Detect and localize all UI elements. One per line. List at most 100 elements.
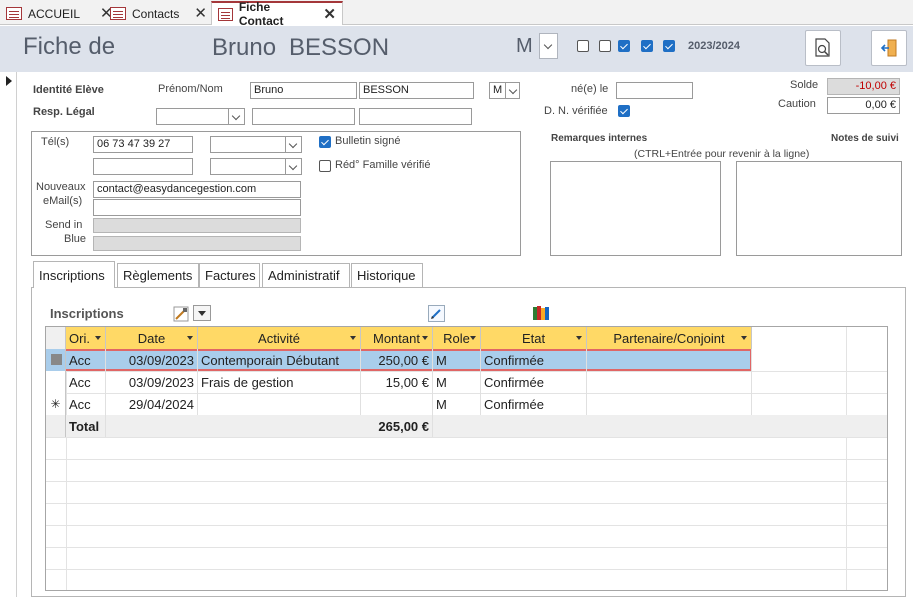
close-form-button[interactable]	[871, 30, 907, 66]
caution-value[interactable]: 0,00 €	[827, 97, 900, 114]
header-checkbox-1[interactable]	[577, 40, 589, 52]
tab-label: Fiche Contact	[238, 0, 284, 28]
brush-icon[interactable]	[173, 306, 189, 322]
record-selector-strip	[0, 72, 17, 597]
row-divider	[46, 437, 887, 438]
cell-role[interactable]: M	[433, 349, 481, 371]
filter-dropdown-button[interactable]	[193, 305, 211, 321]
email-1-field[interactable]: contact@easydancegestion.com	[93, 181, 301, 198]
resp-legal-field-2[interactable]	[252, 108, 355, 125]
header-checkbox-3[interactable]	[618, 40, 630, 52]
follow-up-notes-textarea[interactable]	[736, 161, 902, 256]
cell-montant[interactable]: 15,00 €	[361, 371, 433, 393]
chevron-down-icon	[228, 109, 244, 124]
col-header-label: Etat	[521, 330, 546, 346]
edit-pencil-icon[interactable]	[428, 305, 445, 322]
phone-1-field[interactable]: 06 73 47 39 27	[93, 136, 193, 153]
new-record-selector[interactable]: ✳	[46, 393, 66, 415]
col-header-label: Date	[137, 330, 166, 346]
birth-date-field[interactable]	[616, 82, 693, 99]
internal-remarks-textarea[interactable]	[550, 161, 721, 256]
cell-role[interactable]: M	[433, 393, 481, 415]
tab-reglements[interactable]: Règlements	[117, 263, 199, 287]
gender-value: M	[493, 84, 503, 96]
cell-origin[interactable]: Acc	[66, 349, 106, 371]
dropdown-arrow-icon	[187, 336, 193, 340]
books-icon[interactable]	[532, 304, 550, 322]
row-selector[interactable]	[46, 371, 66, 393]
tab-contacts[interactable]: Contacts ✕	[104, 2, 213, 25]
phone-2-type-combo[interactable]	[210, 158, 302, 175]
form-header	[0, 26, 913, 72]
gender-dropdown[interactable]	[539, 33, 558, 59]
cell-etat[interactable]: Confirmée	[481, 371, 587, 393]
header-checkbox-4[interactable]	[641, 40, 653, 52]
row-divider	[46, 503, 887, 504]
tab-factures[interactable]: Factures	[199, 263, 260, 287]
cell-role[interactable]: M	[433, 371, 481, 393]
col-header-role[interactable]: Role	[433, 327, 481, 349]
header-checkbox-2[interactable]	[599, 40, 611, 52]
email-label-line-1: Nouveaux	[36, 181, 86, 193]
close-icon[interactable]: ✕	[323, 7, 336, 22]
tab-historique[interactable]: Historique	[351, 263, 423, 287]
header-checkbox-5[interactable]	[663, 40, 675, 52]
col-header-date[interactable]: Date	[106, 327, 198, 349]
col-header-montant[interactable]: Montant	[361, 327, 433, 349]
row-selector[interactable]	[46, 349, 66, 371]
row-divider	[46, 525, 887, 526]
cell-activite[interactable]	[198, 393, 361, 415]
sendin-label-line-2: Blue	[64, 233, 87, 245]
tab-inscriptions[interactable]: Inscriptions	[33, 261, 115, 288]
preview-button[interactable]	[805, 30, 841, 66]
cell-activite[interactable]: Frais de gestion	[198, 371, 361, 393]
cell-montant[interactable]	[361, 393, 433, 415]
first-name-field[interactable]: Bruno	[250, 82, 357, 99]
col-header-origin[interactable]: Ori.	[66, 327, 106, 349]
record-pointer-icon	[6, 76, 12, 86]
col-header-label: Ori.	[69, 330, 90, 346]
cell-date[interactable]: 03/09/2023	[106, 371, 198, 393]
phone-1-type-combo[interactable]	[210, 136, 302, 153]
cell-partenaire[interactable]	[587, 393, 752, 415]
cell-date[interactable]: 03/09/2023	[106, 349, 198, 371]
cell-etat[interactable]: Confirmée	[481, 349, 587, 371]
dropdown-arrow-icon	[422, 336, 428, 340]
cell-activite[interactable]: Contemporain Débutant	[198, 349, 361, 371]
cell-origin[interactable]: Acc	[66, 371, 106, 393]
col-header-etat[interactable]: Etat	[481, 327, 587, 349]
tab-label: ACCUEIL	[28, 6, 81, 21]
cell-montant[interactable]: 250,00 €	[361, 349, 433, 371]
season-label: 2023/2024	[688, 40, 740, 52]
resp-legal-field-3[interactable]	[359, 108, 472, 125]
tel-label: Tél(s)	[41, 136, 70, 148]
select-all-corner[interactable]	[46, 327, 66, 349]
dob-verified-checkbox[interactable]	[618, 105, 630, 117]
phone-2-field[interactable]	[93, 158, 193, 175]
email-2-field[interactable]	[93, 199, 301, 216]
family-verified-checkbox[interactable]	[319, 160, 331, 172]
close-icon[interactable]: ✕	[194, 6, 207, 21]
dropdown-arrow-icon	[470, 336, 476, 340]
tab-label: Contacts	[132, 6, 180, 21]
dropdown-arrow-icon	[95, 336, 101, 340]
family-verified-label: Réd° Famille vérifié	[335, 159, 431, 171]
last-name-field[interactable]: BESSON	[359, 82, 474, 99]
row-selector	[46, 415, 66, 437]
bulletin-checkbox[interactable]	[319, 136, 331, 148]
tab-fiche-contact[interactable]: Fiche Contact ✕	[211, 0, 343, 28]
col-header-label: Partenaire/Conjoint	[613, 330, 725, 346]
resp-legal-combo[interactable]	[156, 108, 245, 125]
cell-partenaire[interactable]	[587, 371, 752, 393]
cell-partenaire[interactable]	[587, 349, 752, 371]
cell-date[interactable]: 29/04/2024	[106, 393, 198, 415]
cell-etat[interactable]: Confirmée	[481, 393, 587, 415]
tab-accueil[interactable]: ACCUEIL ✕	[0, 2, 119, 25]
row-divider	[46, 569, 887, 570]
col-header-activite[interactable]: Activité	[198, 327, 361, 349]
tab-administratif[interactable]: Administratif	[262, 263, 350, 287]
gender-combo[interactable]: M	[489, 82, 520, 99]
follow-up-notes-label: Notes de suivi	[831, 133, 899, 144]
cell-origin[interactable]: Acc	[66, 393, 106, 415]
col-header-partenaire[interactable]: Partenaire/Conjoint	[587, 327, 752, 349]
